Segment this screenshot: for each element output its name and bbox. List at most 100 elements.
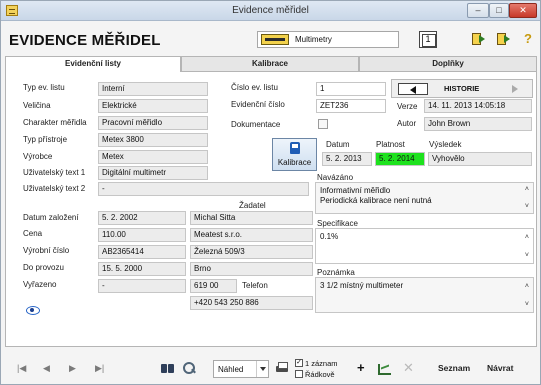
field-uzivatelsky-text-1[interactable]: Digitální multimetr	[98, 166, 208, 180]
rows-label: Řádkově	[305, 370, 335, 379]
label-uzivatelsky-text-2: Uživatelský text 2	[23, 184, 86, 193]
maximize-button[interactable]: □	[489, 3, 509, 18]
field-do-provozu[interactable]: 15. 5. 2000	[98, 262, 186, 276]
instrument-type-combo[interactable]: Multimetry	[257, 31, 399, 48]
navazano-line-2: Periodická kalibrace není nutná	[320, 196, 432, 205]
field-vyrazeno[interactable]: -	[98, 279, 186, 293]
page-title: EVIDENCE MĚŘIDEL	[9, 32, 161, 49]
field-typ-pristroje[interactable]: Metex 3800	[98, 133, 208, 147]
field-cislo-ev-listu[interactable]: 1	[316, 82, 386, 96]
first-record-button[interactable]: |◀	[17, 363, 26, 374]
key-icon[interactable]: ?	[521, 32, 535, 46]
rows-checkbox[interactable]	[295, 370, 303, 378]
field-velicina[interactable]: Elektrické	[98, 99, 208, 113]
navrat-button[interactable]: Návrat	[487, 363, 513, 373]
tab-doplnky[interactable]: Doplňky	[359, 56, 537, 72]
field-zadatel-name[interactable]: Michal Sitta	[190, 211, 313, 225]
history-label: HISTORIE	[444, 84, 480, 93]
minimize-button[interactable]: –	[467, 3, 489, 18]
history-prev-button[interactable]	[398, 83, 428, 95]
field-zadatel-zip[interactable]: 619 00	[190, 279, 237, 293]
kalibrace-button-label: Kalibrace	[277, 158, 312, 167]
bottom-toolbar: |◀ ◀ ▶ ▶| Náhled ✓ 1 záznam Řádkově + ✕ …	[5, 351, 537, 384]
title-bar: Evidence měřidel – □ ✕	[1, 1, 540, 21]
seznam-button[interactable]: Seznam	[438, 363, 470, 373]
field-uzivatelsky-text-2[interactable]: -	[98, 182, 309, 196]
memo-navazano[interactable]: Informativní měřidlo Periodická kalibrac…	[315, 182, 534, 214]
calibration-icon	[290, 142, 300, 154]
printer-icon[interactable]	[275, 361, 289, 375]
instrument-type-value: Multimetry	[295, 35, 332, 44]
header-vysledek: Výsledek	[429, 140, 462, 149]
export-file-icon[interactable]	[496, 32, 510, 46]
navazano-line-1: Informativní měřidlo	[320, 186, 391, 195]
scroll-down-icon[interactable]: ˅	[525, 251, 529, 261]
history-next-button[interactable]	[502, 83, 528, 95]
form-header: EVIDENCE MĚŘIDEL Multimetry 1 ?	[1, 22, 540, 56]
field-evidencni-cislo[interactable]: ZET236	[316, 99, 386, 113]
view-select[interactable]: Náhled	[213, 360, 269, 378]
window-title: Evidence měřidel	[232, 5, 309, 16]
label-velicina: Veličina	[23, 101, 51, 110]
label-typ-ev-listu: Typ ev. listu	[23, 83, 65, 92]
tab-evidencni-listy[interactable]: Evidenční listy	[5, 56, 181, 73]
label-verze: Verze	[397, 102, 418, 111]
scroll-up-icon[interactable]: ˄	[525, 282, 529, 292]
chart-icon[interactable]	[377, 361, 391, 375]
dokumentace-checkbox[interactable]	[318, 119, 328, 129]
add-record-button[interactable]: +	[357, 360, 365, 375]
scroll-down-icon[interactable]: ˅	[525, 300, 529, 310]
next-record-button[interactable]: ▶	[69, 363, 76, 374]
field-datum-zalozeni[interactable]: 5. 2. 2002	[98, 211, 186, 225]
label-autor: Autor	[397, 119, 417, 128]
scroll-down-icon[interactable]: ˅	[525, 202, 529, 212]
label-vyrobce: Výrobce	[23, 152, 53, 161]
one-record-label: 1 záznam	[305, 359, 338, 368]
label-telefon: Telefon	[242, 281, 268, 290]
record-counter[interactable]: 1	[419, 31, 437, 48]
binoculars-icon[interactable]	[161, 361, 175, 375]
header-platnost: Platnost	[376, 140, 405, 149]
field-vyrobni-cislo[interactable]: AB2365414	[98, 245, 186, 259]
field-cena[interactable]: 110.00	[98, 228, 186, 242]
field-zadatel-street[interactable]: Železná 509/3	[190, 245, 313, 259]
prev-record-button[interactable]: ◀	[43, 363, 50, 374]
eye-icon[interactable]	[26, 305, 40, 315]
chevron-down-icon	[256, 361, 268, 377]
label-poznamka: Poznámka	[317, 268, 355, 277]
view-select-value: Náhled	[218, 365, 244, 374]
memo-specifikace[interactable]: 0.1% ˄ ˅	[315, 228, 534, 264]
field-zadatel-phone[interactable]: +420 543 250 886	[190, 296, 313, 310]
poznamka-text: 3 1/2 místný multimeter	[320, 281, 404, 290]
close-button[interactable]: ✕	[509, 3, 537, 18]
label-typ-pristroje: Typ přístroje	[23, 135, 68, 144]
field-vyrobce[interactable]: Metex	[98, 150, 208, 164]
memo-poznamka[interactable]: 3 1/2 místný multimeter ˄ ˅	[315, 277, 534, 313]
field-zadatel-company[interactable]: Meatest s.r.o.	[190, 228, 313, 242]
field-autor: John Brown	[424, 117, 532, 131]
multimeter-icon	[261, 34, 289, 45]
history-navigator: HISTORIE	[391, 79, 533, 98]
label-cena: Cena	[23, 229, 43, 238]
field-kal-datum: 5. 2. 2013	[322, 152, 372, 166]
tab-kalibrace[interactable]: Kalibrace	[181, 56, 359, 72]
label-uzivatelsky-text-1: Uživatelský text 1	[23, 168, 86, 177]
header-datum: Datum	[326, 140, 350, 149]
label-vyrobni-cislo: Výrobní číslo	[23, 246, 70, 255]
one-record-checkbox[interactable]: ✓	[295, 359, 303, 367]
application-window: Evidence měřidel – □ ✕ EVIDENCE MĚŘIDEL …	[0, 0, 541, 385]
field-zadatel-city[interactable]: Brno	[190, 262, 313, 276]
label-navazano: Navázáno	[317, 173, 354, 182]
label-charakter-meridla: Charakter měřidla	[23, 118, 87, 127]
field-kal-platnost: 5. 2. 2014	[375, 152, 425, 166]
specifikace-text: 0.1%	[320, 232, 339, 241]
kalibrace-button[interactable]: Kalibrace	[272, 138, 317, 171]
last-record-button[interactable]: ▶|	[95, 363, 104, 374]
field-typ-ev-listu[interactable]: Interní	[98, 82, 208, 96]
magnifier-icon[interactable]	[182, 361, 196, 375]
open-file-icon[interactable]	[471, 32, 485, 46]
scroll-up-icon[interactable]: ˄	[525, 233, 529, 243]
delete-record-button[interactable]: ✕	[403, 360, 414, 376]
field-charakter-meridla[interactable]: Pracovní měřidlo	[98, 116, 208, 130]
scroll-up-icon[interactable]: ˄	[525, 185, 529, 195]
